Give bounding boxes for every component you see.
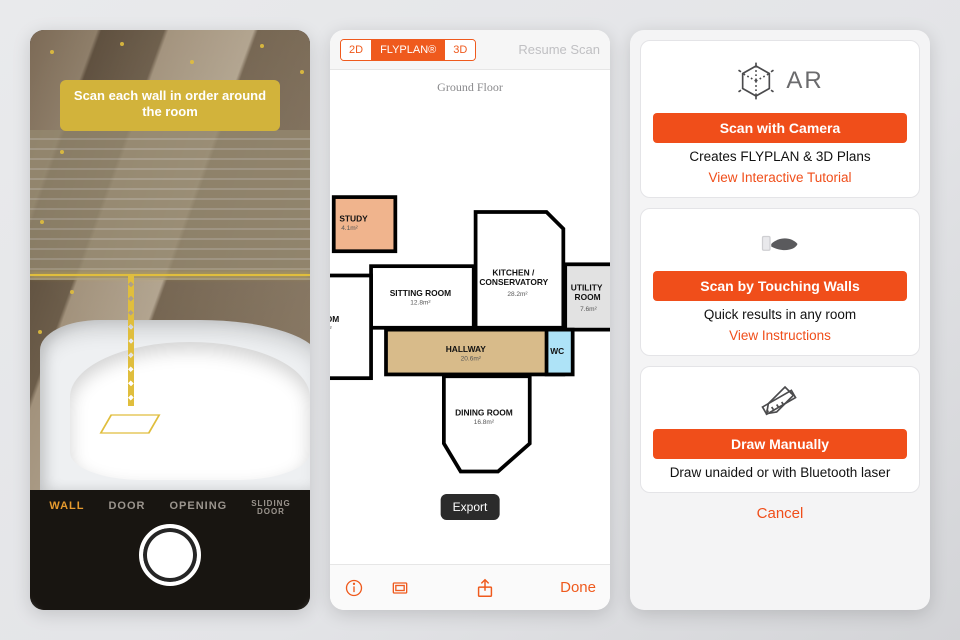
svg-text:UTILITYROOM: UTILITYROOM — [571, 282, 603, 301]
svg-text:20.6m²: 20.6m² — [461, 355, 482, 362]
svg-text:HALLWAY: HALLWAY — [446, 344, 487, 354]
scan-touch-button[interactable]: Scan by Touching Walls — [653, 271, 907, 301]
phone-floorplan: 2D FLYPLAN® 3D Resume Scan Ground Floor … — [330, 30, 610, 610]
export-tooltip: Export — [441, 494, 500, 520]
scan-tip-banner: Scan each wall in order around the room — [60, 80, 280, 131]
seg-2d[interactable]: 2D — [341, 40, 371, 60]
ar-header: AR — [736, 55, 823, 107]
scan-mode-selector[interactable]: WALL DOOR OPENING SLIDING DOOR — [49, 490, 290, 520]
scan-touch-sub: Quick results in any room — [704, 307, 856, 322]
svg-text:12.8m²: 12.8m² — [410, 299, 431, 306]
svg-text:NG ROOM: NG ROOM — [330, 314, 339, 324]
floor-title: Ground Floor — [330, 70, 610, 99]
camera-view: Scan each wall in order around the room — [30, 30, 310, 490]
hand-phone-icon — [760, 224, 800, 264]
phone-ar-scan: Scan each wall in order around the room … — [30, 30, 310, 610]
mode-wall[interactable]: WALL — [49, 500, 84, 516]
scan-camera-tutorial-link[interactable]: View Interactive Tutorial — [708, 170, 851, 185]
done-button[interactable]: Done — [560, 579, 596, 596]
resume-scan-button[interactable]: Resume Scan — [518, 42, 600, 57]
touch-icon-area — [760, 223, 800, 265]
shutter-button[interactable] — [139, 524, 201, 586]
draw-icon-area — [760, 381, 800, 423]
floorplan-canvas[interactable]: STUDY 4.1m² SITTING ROOM 12.8m² NG ROOM … — [330, 99, 610, 564]
scan-touch-instructions-link[interactable]: View Instructions — [729, 328, 831, 343]
ruler-pencil-icon — [760, 382, 800, 422]
view-segmented-control[interactable]: 2D FLYPLAN® 3D — [340, 39, 476, 61]
ar-cube-icon — [736, 61, 776, 101]
share-icon[interactable] — [474, 577, 496, 599]
layers-icon[interactable] — [390, 578, 410, 598]
svg-text:STUDY: STUDY — [339, 213, 368, 223]
phone-method-chooser: AR Scan with Camera Creates FLYPLAN & 3D… — [630, 30, 930, 610]
svg-text:7.6m²: 7.6m² — [580, 306, 597, 313]
mode-sliding-door[interactable]: SLIDING DOOR — [251, 500, 290, 516]
svg-text:DINING ROOM: DINING ROOM — [455, 408, 513, 418]
plan-toolbar: Done — [330, 564, 610, 610]
scan-bottom-bar: WALL DOOR OPENING SLIDING DOOR — [30, 490, 310, 610]
card-scan-touch[interactable]: Scan by Touching Walls Quick results in … — [640, 208, 920, 356]
svg-text:28.2m²: 28.2m² — [507, 291, 528, 298]
plan-topbar: 2D FLYPLAN® 3D Resume Scan — [330, 30, 610, 70]
ar-label: AR — [786, 67, 823, 95]
svg-text:SITTING ROOM: SITTING ROOM — [390, 288, 451, 298]
svg-text:4.1m²: 4.1m² — [341, 225, 358, 232]
info-icon[interactable] — [344, 578, 364, 598]
seg-3d[interactable]: 3D — [444, 40, 475, 60]
draw-manual-sub: Draw unaided or with Bluetooth laser — [670, 465, 891, 480]
seg-flyplan[interactable]: FLYPLAN® — [371, 40, 444, 60]
scan-camera-button[interactable]: Scan with Camera — [653, 113, 907, 143]
cancel-button[interactable]: Cancel — [640, 503, 920, 524]
scan-camera-sub: Creates FLYPLAN & 3D Plans — [689, 149, 870, 164]
card-scan-camera[interactable]: AR Scan with Camera Creates FLYPLAN & 3D… — [640, 40, 920, 198]
svg-text:16.8m²: 16.8m² — [474, 419, 495, 426]
svg-text:WC: WC — [550, 346, 564, 356]
mode-door[interactable]: DOOR — [108, 500, 145, 516]
mode-opening[interactable]: OPENING — [169, 500, 227, 516]
draw-manual-button[interactable]: Draw Manually — [653, 429, 907, 459]
card-draw-manual[interactable]: Draw Manually Draw unaided or with Bluet… — [640, 366, 920, 493]
room-living[interactable] — [330, 276, 371, 379]
